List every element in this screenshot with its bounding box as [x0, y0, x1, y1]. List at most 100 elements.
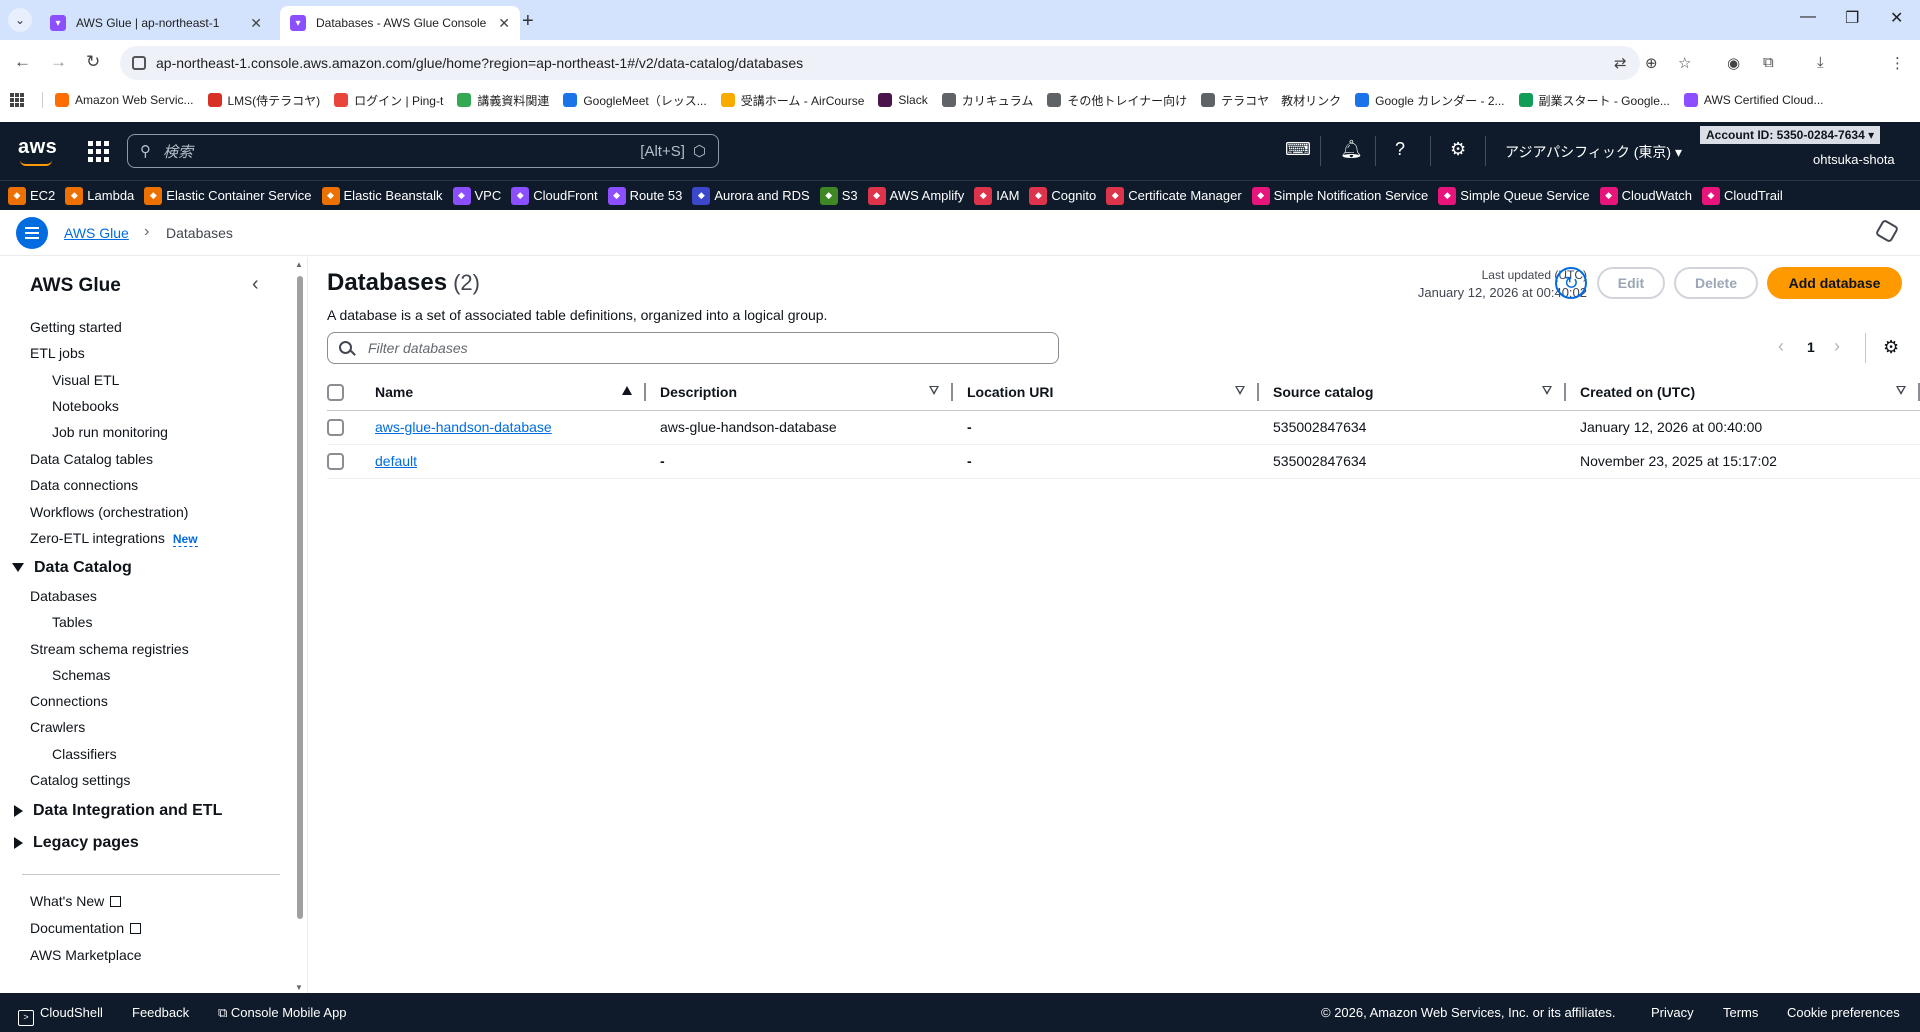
favorite-service-link[interactable]: ◆ Lambda — [65, 186, 134, 205]
table-row[interactable]: aws-glue-handson-database aws-glue-hands… — [327, 410, 1920, 445]
edit-button[interactable]: Edit — [1597, 267, 1665, 299]
column-header-location-uri[interactable]: Location URI — [953, 374, 1259, 411]
column-header-created-on[interactable]: Created on (UTC) — [1566, 374, 1920, 411]
bookmark-item[interactable]: 講義資料関連 — [457, 92, 549, 109]
bookmark-item[interactable]: AWS Certified Cloud... — [1683, 93, 1824, 107]
delete-button[interactable]: Delete — [1674, 267, 1758, 299]
nav-documentation[interactable]: Documentation — [30, 920, 142, 936]
site-info-icon[interactable] — [132, 56, 146, 70]
current-page-number[interactable]: 1 — [1807, 339, 1815, 355]
tab-search-button[interactable]: ⌄ — [8, 8, 32, 32]
favorite-service-link[interactable]: ◆ CloudTrail — [1701, 186, 1783, 205]
previous-page-icon[interactable]: ‹ — [1778, 336, 1784, 357]
favorite-service-link[interactable]: ◆ VPC — [452, 186, 501, 205]
column-header-name[interactable]: Name — [361, 374, 646, 411]
nav-data-connections[interactable]: Data connections — [30, 477, 138, 493]
services-menu-icon[interactable] — [88, 141, 109, 162]
column-header-source-catalog[interactable]: Source catalog — [1259, 374, 1566, 411]
cloudshell-footer-button[interactable]: > CloudShell — [18, 1005, 103, 1026]
nav-crawlers[interactable]: Crawlers — [30, 719, 85, 735]
favorite-service-link[interactable]: ◆ Simple Notification Service — [1251, 186, 1428, 205]
side-nav-scrollbar[interactable] — [297, 276, 303, 919]
download-icon[interactable]: ⤓ — [1817, 54, 1824, 71]
console-search-input[interactable]: ⚲ 検索 [Alt+S] ⬡ — [127, 134, 719, 168]
bookmark-item[interactable]: Amazon Web Servic... — [55, 93, 194, 107]
bookmark-item[interactable]: LMS(侍テラコヤ) — [207, 92, 320, 109]
bookmark-item[interactable]: 受講ホーム - AirCourse — [720, 92, 864, 109]
favorite-service-link[interactable]: ◆ Elastic Container Service — [144, 186, 312, 205]
restore-icon[interactable]: ❐ — [1845, 8, 1859, 28]
account-id-badge[interactable]: Account ID: 5350-0284-7634 ▾ — [1700, 126, 1881, 144]
info-panel-icon[interactable] — [1874, 218, 1900, 244]
region-selector[interactable]: アジアパシフィック (東京) ▾ — [1505, 142, 1682, 162]
favorite-service-link[interactable]: ◆ EC2 — [8, 186, 55, 205]
favorite-service-link[interactable]: ◆ Route 53 — [607, 186, 682, 205]
table-preferences-gear-icon[interactable]: ⚙ — [1883, 337, 1899, 358]
console-mobile-app-link[interactable]: ⧉ Console Mobile App — [218, 1005, 347, 1021]
open-navigation-button[interactable] — [16, 217, 48, 249]
favorite-service-link[interactable]: ◆ Certificate Manager — [1106, 186, 1242, 205]
nav-zero-etl[interactable]: Zero-ETL integrations New — [30, 530, 198, 547]
favorite-service-link[interactable]: ◆ AWS Amplify — [867, 186, 964, 205]
favorite-service-link[interactable]: ◆ IAM — [974, 186, 1019, 205]
extensions-icon[interactable]: ⧉ — [1763, 54, 1774, 71]
translate-icon[interactable]: ⇄ — [1614, 54, 1627, 72]
filter-databases-input[interactable]: Filter databases — [327, 332, 1059, 364]
favorite-service-link[interactable]: ◆ Elastic Beanstalk — [321, 186, 443, 205]
favorite-service-link[interactable]: ◆ S3 — [819, 186, 858, 205]
browser-menu-icon[interactable]: ⋮ — [1890, 54, 1905, 72]
nav-data-catalog-tables[interactable]: Data Catalog tables — [30, 451, 153, 467]
refresh-button[interactable]: ↻ — [1555, 267, 1587, 299]
url-field[interactable]: ap-northeast-1.console.aws.amazon.com/gl… — [120, 46, 1640, 80]
browser-tab-glue[interactable]: ▾ AWS Glue | ap-northeast-1 ✕ — [40, 6, 272, 40]
aws-logo[interactable]: aws — [18, 136, 57, 159]
nav-notebooks[interactable]: Notebooks — [52, 398, 119, 414]
cloudshell-icon[interactable]: ⌨ — [1285, 139, 1311, 160]
scroll-down-arrow-icon[interactable]: ▼ — [295, 983, 303, 992]
nav-stream-schema-registries[interactable]: Stream schema registries — [30, 641, 189, 657]
privacy-link[interactable]: Privacy — [1651, 1005, 1694, 1020]
favorite-service-link[interactable]: ◆ Cognito — [1029, 186, 1096, 205]
nav-section-data-integration[interactable]: Data Integration and ETL — [12, 802, 222, 820]
reload-icon[interactable]: ↻ — [86, 52, 100, 72]
scroll-up-arrow-icon[interactable]: ▲ — [295, 260, 303, 269]
terms-link[interactable]: Terms — [1723, 1005, 1758, 1020]
zoom-icon[interactable]: ⊕ — [1645, 54, 1658, 72]
nav-catalog-settings[interactable]: Catalog settings — [30, 772, 130, 788]
bookmark-item[interactable]: GoogleMeet（レッス... — [563, 92, 707, 109]
close-tab-icon[interactable]: ✕ — [250, 15, 262, 32]
bookmark-item[interactable]: その他トレイナー向け — [1047, 92, 1187, 109]
nav-schemas[interactable]: Schemas — [52, 667, 110, 683]
bookmark-star-icon[interactable]: ☆ — [1678, 54, 1691, 72]
close-tab-icon[interactable]: ✕ — [498, 15, 510, 32]
bookmark-item[interactable]: 副業スタート - Google... — [1518, 92, 1670, 109]
settings-gear-icon[interactable]: ⚙ — [1450, 139, 1466, 160]
row-checkbox[interactable] — [327, 418, 344, 436]
favorite-service-link[interactable]: ◆ Aurora and RDS — [692, 186, 810, 205]
bookmark-item[interactable]: Google カレンダー - 2... — [1355, 92, 1505, 109]
nav-section-data-catalog[interactable]: Data Catalog — [12, 559, 132, 577]
new-tab-button[interactable]: + — [522, 10, 534, 33]
select-all-checkbox[interactable] — [327, 383, 344, 401]
database-name-link[interactable]: default — [375, 453, 417, 469]
nav-visual-etl[interactable]: Visual ETL — [52, 372, 119, 388]
nav-connections[interactable]: Connections — [30, 693, 108, 709]
row-checkbox[interactable] — [327, 452, 344, 470]
nav-job-run-monitoring[interactable]: Job run monitoring — [52, 424, 168, 440]
bookmark-item[interactable]: テラコヤ 教材リンク — [1201, 92, 1341, 109]
favorite-service-link[interactable]: ◆ Simple Queue Service — [1438, 186, 1590, 205]
notifications-bell-icon[interactable]: 🔔︎ — [1340, 139, 1363, 160]
next-page-icon[interactable]: › — [1834, 336, 1840, 357]
window-close-icon[interactable]: ✕ — [1890, 8, 1903, 28]
nav-getting-started[interactable]: Getting started — [30, 319, 122, 335]
database-name-link[interactable]: aws-glue-handson-database — [375, 419, 552, 435]
forward-icon[interactable]: → — [50, 52, 67, 72]
bookmark-item[interactable]: Slack — [878, 93, 928, 107]
user-name[interactable]: ohtsuka-shota — [1813, 152, 1895, 167]
browser-tab-databases[interactable]: ▾ Databases - AWS Glue Console ✕ — [280, 6, 520, 40]
column-header-description[interactable]: Description — [646, 374, 953, 411]
feedback-link[interactable]: Feedback — [132, 1005, 189, 1020]
nav-databases[interactable]: Databases — [30, 588, 97, 604]
table-row[interactable]: default - - 535002847634 November 23, 20… — [327, 444, 1920, 479]
back-icon[interactable]: ← — [14, 52, 31, 72]
